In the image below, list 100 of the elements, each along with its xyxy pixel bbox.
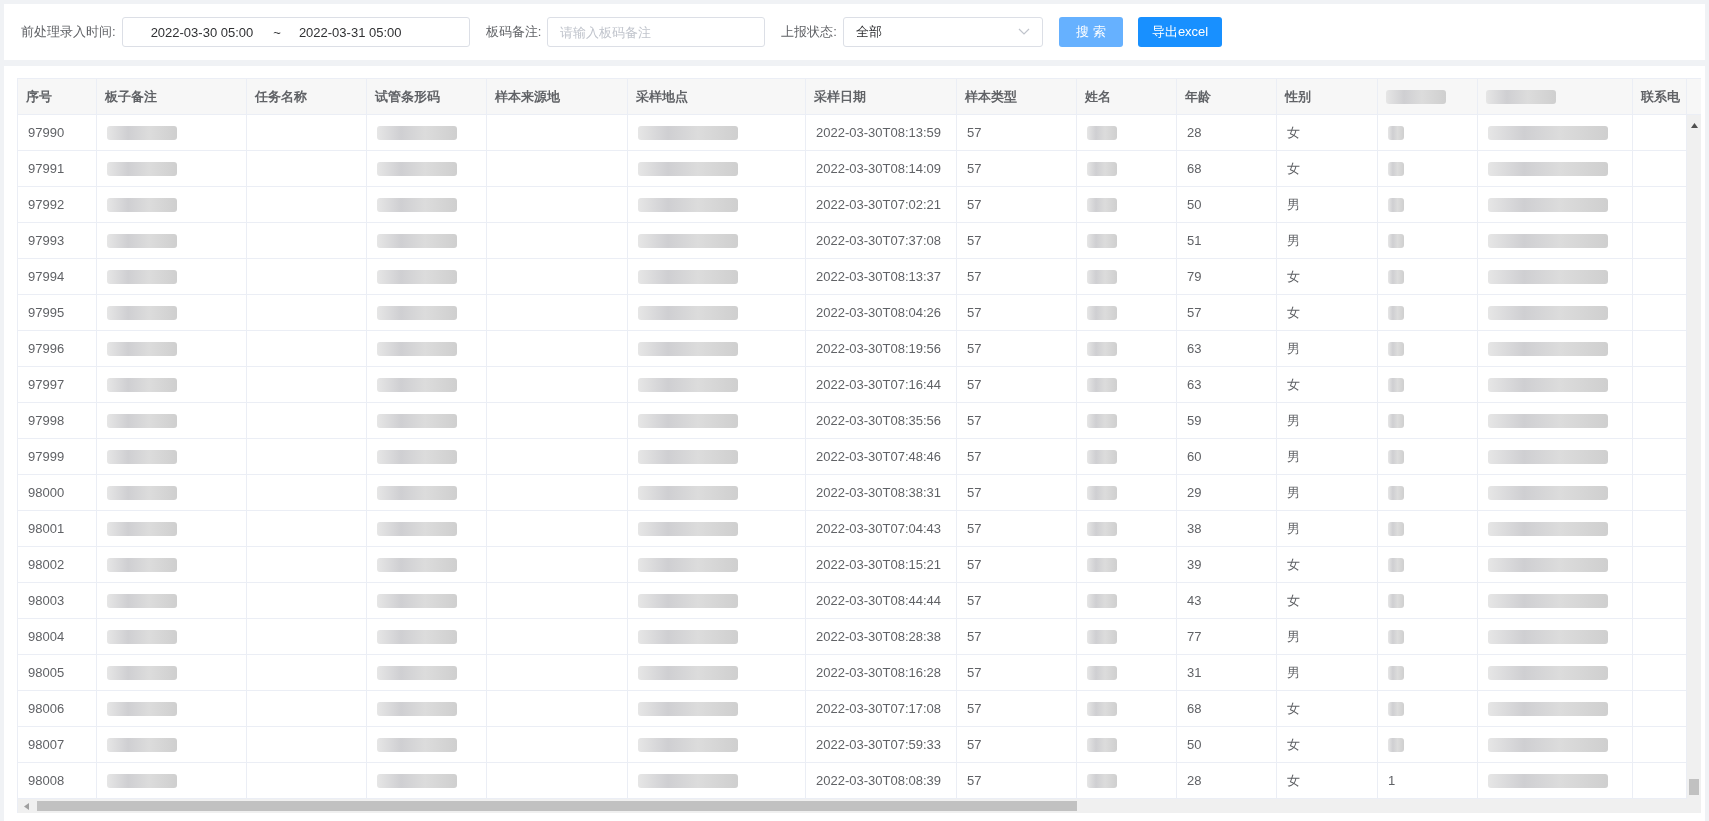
table-cell: 97991 [28, 161, 65, 176]
table-cell: 女 [1287, 699, 1300, 718]
header-text: 板子备注 [105, 87, 157, 106]
table-cell: 2022-03-30T07:02:21 [816, 197, 942, 212]
start-date: 2022-03-30 05:00 [150, 24, 254, 40]
table-cell: 97993 [28, 233, 65, 248]
end-date: 2022-03-31 05:00 [298, 24, 402, 40]
table-cell: 2022-03-30T08:16:28 [816, 665, 942, 680]
status-select[interactable]: 全部 [842, 17, 1043, 47]
table-cell: 57 [967, 701, 982, 716]
header-text: 性别 [1285, 87, 1311, 106]
table-cell: 79 [1187, 269, 1202, 284]
redacted-block [1087, 305, 1117, 320]
redacted-block [1388, 305, 1404, 320]
table-cell: 2022-03-30T08:13:37 [816, 269, 942, 284]
table-cell: 2022-03-30T08:08:39 [816, 773, 942, 788]
header-text: 采样地点 [636, 87, 688, 106]
table-cell: 男 [1287, 231, 1300, 250]
header-text: 姓名 [1085, 87, 1111, 106]
redacted-block [1087, 197, 1117, 212]
redacted-block [107, 629, 177, 644]
header-text: 年龄 [1185, 87, 1211, 106]
table-cell: 2022-03-30T07:48:46 [816, 449, 942, 464]
table-cell: 50 [1187, 737, 1202, 752]
table-cell: 2022-03-30T07:37:08 [816, 233, 942, 248]
table-cell: 57 [967, 485, 982, 500]
horizontal-scrollbar[interactable] [18, 799, 1701, 813]
table-cell: 28 [1187, 125, 1202, 140]
redacted-block [1388, 521, 1404, 536]
redacted-block [107, 737, 177, 752]
table-cell: 98007 [28, 737, 65, 752]
redacted-block [1087, 449, 1117, 464]
header-text: 采样日期 [814, 87, 866, 106]
redacted-block [1087, 377, 1117, 392]
redacted-block [107, 665, 177, 680]
redacted-block [1087, 233, 1117, 248]
table-cell: 97992 [28, 197, 65, 212]
scrollbar-thumb[interactable] [37, 801, 1077, 811]
redacted-block [1388, 269, 1404, 284]
redacted-block [1087, 737, 1117, 752]
table-cell: 男 [1287, 195, 1300, 214]
table-cell: 97998 [28, 413, 65, 428]
redacted-block [1087, 629, 1117, 644]
table-cell: 女 [1287, 771, 1300, 790]
up-arrow-icon [1690, 123, 1698, 128]
table-cell: 2022-03-30T07:16:44 [816, 377, 942, 392]
table-cell: 98006 [28, 701, 65, 716]
table-cell: 98002 [28, 557, 65, 572]
redacted-block [107, 521, 177, 536]
table-cell: 男 [1287, 447, 1300, 466]
table-cell: 女 [1287, 267, 1300, 286]
note-input[interactable]: 请输入板码备注 [547, 17, 766, 47]
table-cell: 98000 [28, 485, 65, 500]
table-cell: 女 [1287, 735, 1300, 754]
table-cell: 57 [967, 449, 982, 464]
table-cell: 57 [967, 557, 982, 572]
table-cell: 57 [967, 773, 982, 788]
table-cell: 63 [1187, 377, 1202, 392]
redacted-block [107, 269, 177, 284]
table-cell: 98005 [28, 665, 65, 680]
redacted-block [107, 377, 177, 392]
redacted-block [107, 341, 177, 356]
table-cell: 女 [1287, 303, 1300, 322]
redacted-block [1388, 377, 1404, 392]
table-cell: 38 [1187, 521, 1202, 536]
table-cell: 98004 [28, 629, 65, 644]
table-cell: 女 [1287, 159, 1300, 178]
table-cell: 2022-03-30T08:28:38 [816, 629, 942, 644]
redacted-block [1087, 701, 1117, 716]
table-cell: 57 [967, 341, 982, 356]
table-cell: 57 [967, 233, 982, 248]
redacted-block [1087, 593, 1117, 608]
table-cell: 57 [967, 377, 982, 392]
redacted-block [1388, 737, 1404, 752]
vertical-scrollbar[interactable] [1687, 115, 1701, 799]
table-cell: 2022-03-30T07:04:43 [816, 521, 942, 536]
table-cell: 2022-03-30T08:44:44 [816, 593, 942, 608]
redacted-block [1388, 233, 1404, 248]
table-cell: 63 [1187, 341, 1202, 356]
table-cell: 57 [967, 269, 982, 284]
table-cell: 98001 [28, 521, 65, 536]
table-cell: 2022-03-30T08:38:31 [816, 485, 942, 500]
table-cell: 77 [1187, 629, 1202, 644]
table-cell: 57 [967, 413, 982, 428]
scrollbar-thumb[interactable] [1689, 779, 1699, 795]
date-range-field[interactable]: 2022-03-30 05:00 ~ 2022-03-31 05:00 [121, 17, 470, 47]
field-label: 上报状态: [781, 23, 837, 41]
chevron-icon [1017, 28, 1030, 36]
redacted-block [1087, 665, 1117, 680]
field-label: 板码备注: [485, 23, 542, 41]
redacted-block [107, 197, 177, 212]
table-cell: 女 [1287, 555, 1300, 574]
left-arrow-icon [24, 802, 29, 810]
redacted-block [107, 449, 177, 464]
table-cell: 57 [967, 125, 982, 140]
table-cell: 男 [1287, 339, 1300, 358]
table-cell: 57 [967, 197, 982, 212]
table-cell: 2022-03-30T08:14:09 [816, 161, 942, 176]
range-separator: ~ [273, 24, 281, 40]
redacted-block [1388, 557, 1404, 572]
